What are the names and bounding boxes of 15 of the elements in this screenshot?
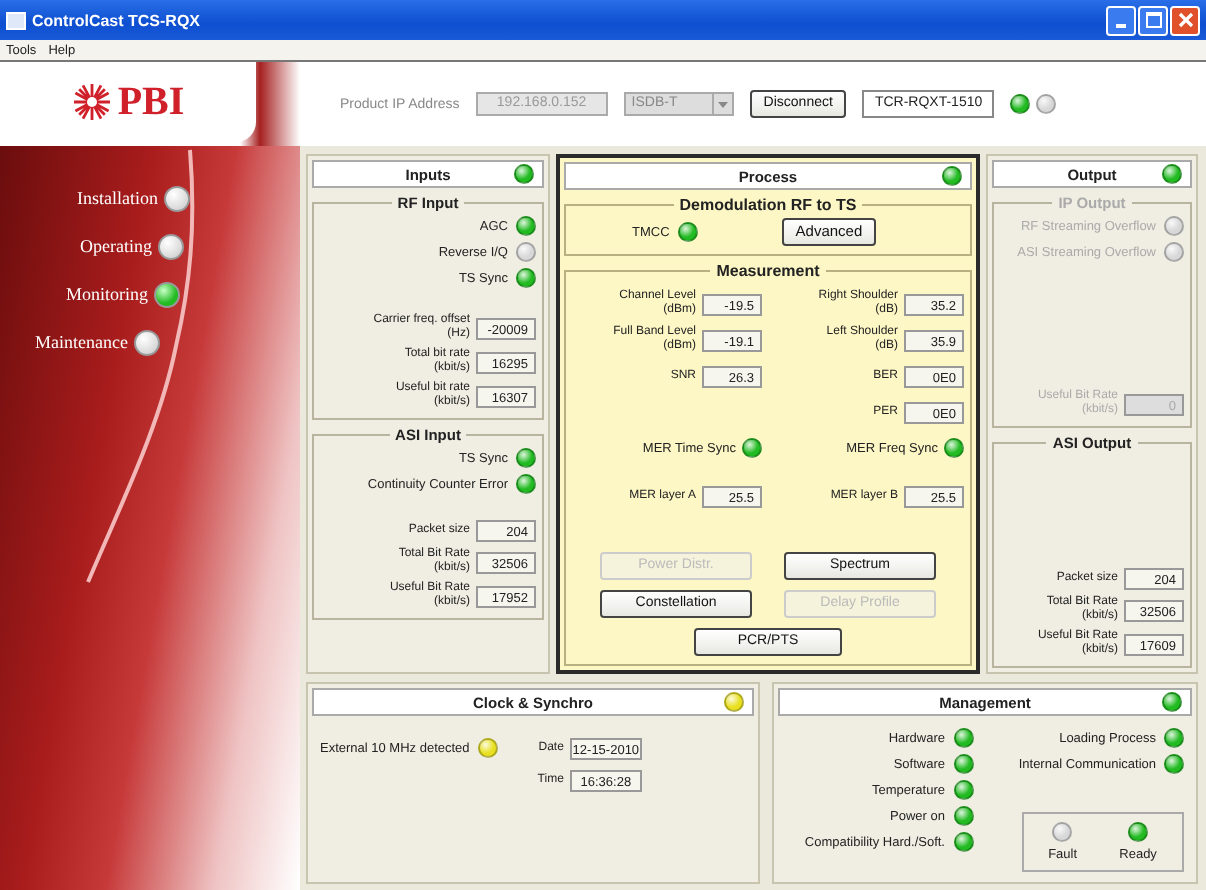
nav-item[interactable]: Monitoring [65, 284, 148, 304]
maximize-button[interactable] [1138, 5, 1168, 35]
logo: PBI [117, 79, 185, 125]
caret-icon [717, 101, 728, 107]
group-title: Demodulation RF to TS [677, 196, 859, 214]
minimize-button[interactable] [1106, 5, 1136, 35]
group-title: Measurement [714, 262, 822, 280]
nav-item[interactable]: Installation [77, 188, 158, 208]
close-button[interactable] [1170, 5, 1200, 35]
sunburst-icon [71, 82, 112, 122]
close-icon [1177, 12, 1193, 28]
window-title: ControlCast TCS-RQX [32, 11, 202, 29]
nav-item[interactable]: Operating [80, 236, 152, 256]
app-icon [6, 11, 26, 29]
nav-item[interactable]: Maintenance [35, 332, 128, 352]
